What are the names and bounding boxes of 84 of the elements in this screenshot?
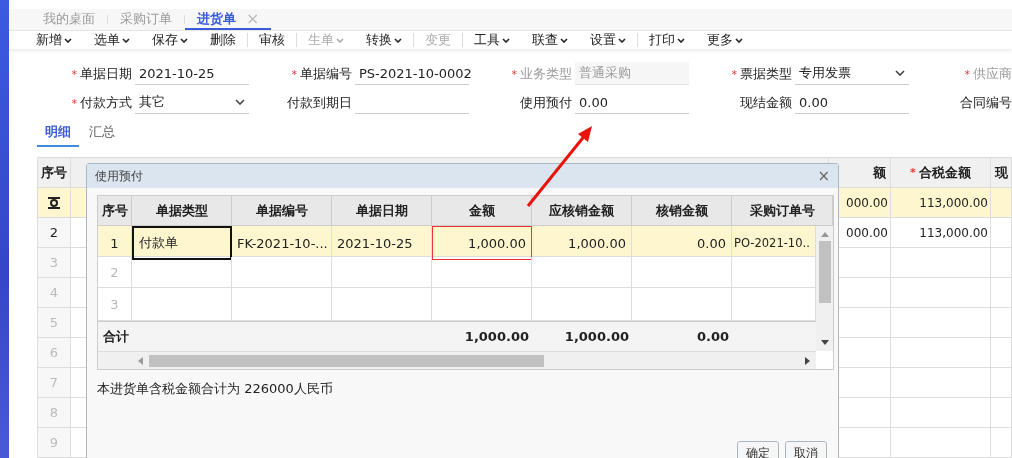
column-header: 单据编号 xyxy=(232,196,332,225)
table-cell: 0.00 xyxy=(632,226,732,260)
dialog-button[interactable]: 确定 xyxy=(737,441,779,458)
total-value: 1,000.00 xyxy=(464,329,530,344)
input-field[interactable]: 0.00 xyxy=(575,91,689,114)
scroll-right-icon[interactable] xyxy=(805,356,810,365)
toolbar-button[interactable]: 工具 xyxy=(463,31,521,49)
input-field[interactable]: PS-2021-10-0002 xyxy=(355,62,469,85)
toolbar-button[interactable]: 设置 xyxy=(579,31,637,49)
field-label: * 付款方式 xyxy=(70,93,133,112)
empty-cell xyxy=(991,248,1012,278)
empty-cell xyxy=(991,368,1012,398)
row-number: 5 xyxy=(38,308,71,338)
empty-cell xyxy=(991,398,1012,428)
row-number: 3 xyxy=(98,288,132,320)
toolbar-button[interactable]: 打印 xyxy=(638,31,696,49)
column-header: 核销金额 xyxy=(632,196,732,225)
empty-cell xyxy=(991,278,1012,308)
chevron-down-icon xyxy=(895,70,905,76)
column-header: 采购订单号 xyxy=(732,196,833,225)
field-label: 合同编号 xyxy=(959,93,1012,112)
empty-cell xyxy=(991,428,1012,458)
close-icon[interactable]: × xyxy=(817,167,830,185)
select-field[interactable]: 专用发票 xyxy=(795,62,909,85)
row-number: 4 xyxy=(38,278,71,308)
column-header: 序号 xyxy=(98,196,132,225)
column-header: 金额 xyxy=(432,196,532,225)
table-cell: 付款单 xyxy=(132,226,232,260)
empty-cell xyxy=(991,308,1012,338)
total-value: 0.00 xyxy=(696,329,730,344)
table-cell: 2021-10-25 xyxy=(332,226,432,260)
field-label: * 供应商 xyxy=(963,64,1012,83)
table-cell: FK-2021-10-... xyxy=(232,226,332,260)
summary-note: 本进货单含税金额合计为 226000人民币 xyxy=(97,380,334,398)
scroll-up-icon[interactable] xyxy=(820,232,829,237)
chevron-down-icon xyxy=(235,99,245,105)
row-number: 1 xyxy=(98,226,132,260)
toolbar-button[interactable]: 选单 xyxy=(83,31,141,49)
empty-cell xyxy=(991,338,1012,368)
row-number: 7 xyxy=(38,368,71,398)
column-header: 单据日期 xyxy=(332,196,432,225)
input-field[interactable]: 2021-10-25 xyxy=(135,62,249,85)
field-label: * 票据类型 xyxy=(730,64,793,83)
row-number: 6 xyxy=(38,338,71,368)
toolbar-button[interactable]: 更多 xyxy=(696,31,754,49)
row-number: 2 xyxy=(98,257,132,287)
dialog-title: 使用预付 xyxy=(95,167,143,185)
toolbar-button[interactable]: 联查 xyxy=(521,31,579,49)
dialog-button[interactable]: 取消 xyxy=(785,441,827,458)
field-label: * 业务类型 xyxy=(510,64,573,83)
column-header: 现 xyxy=(991,158,1012,188)
table-cell: 1,000.00 xyxy=(532,226,632,260)
column-header: 序号 xyxy=(38,158,71,188)
detail-tab[interactable]: 明细 xyxy=(37,120,79,147)
table-cell: 113,000.00 xyxy=(891,218,991,248)
toolbar-button[interactable]: 审核 xyxy=(248,31,296,49)
total-label: 合计 xyxy=(102,327,129,346)
vertical-scrollbar[interactable] xyxy=(816,226,833,351)
input-field[interactable]: 0.00 xyxy=(795,91,909,114)
total-value: 1,000.00 xyxy=(564,329,630,344)
field-label: 付款到期日 xyxy=(286,93,353,112)
scroll-down-icon[interactable] xyxy=(820,340,829,345)
table-cell: 113,000.00 xyxy=(891,188,991,218)
toolbar-button[interactable]: 保存 xyxy=(141,31,199,49)
toolbar-button[interactable]: 删除 xyxy=(199,31,247,49)
toolbar-button[interactable]: 转换 xyxy=(355,31,413,49)
table-cell: 1,000.00 xyxy=(432,226,532,260)
row-number: 8 xyxy=(38,398,71,428)
field-label: 现结金额 xyxy=(739,93,793,112)
field-label: * 单据编号 xyxy=(290,64,353,83)
column-header: * 合税金额 xyxy=(891,158,991,188)
column-header: 应核销金额 xyxy=(532,196,632,225)
select-field[interactable]: 其它 xyxy=(135,91,249,114)
row-number: 3 xyxy=(38,248,71,278)
column-header: 单据类型 xyxy=(132,196,232,225)
row-number: 2 xyxy=(38,218,71,248)
page-tab[interactable]: 进货单 × xyxy=(185,9,272,30)
row-number: 9 xyxy=(38,428,71,458)
toolbar-button[interactable]: 新增 xyxy=(25,31,83,49)
scroll-left-icon[interactable] xyxy=(138,356,143,365)
field-label: * 单据日期 xyxy=(70,64,133,83)
field-label: 使用预付 xyxy=(519,93,573,112)
row-header[interactable] xyxy=(38,188,71,218)
detail-tab[interactable]: 汇总 xyxy=(81,120,123,147)
